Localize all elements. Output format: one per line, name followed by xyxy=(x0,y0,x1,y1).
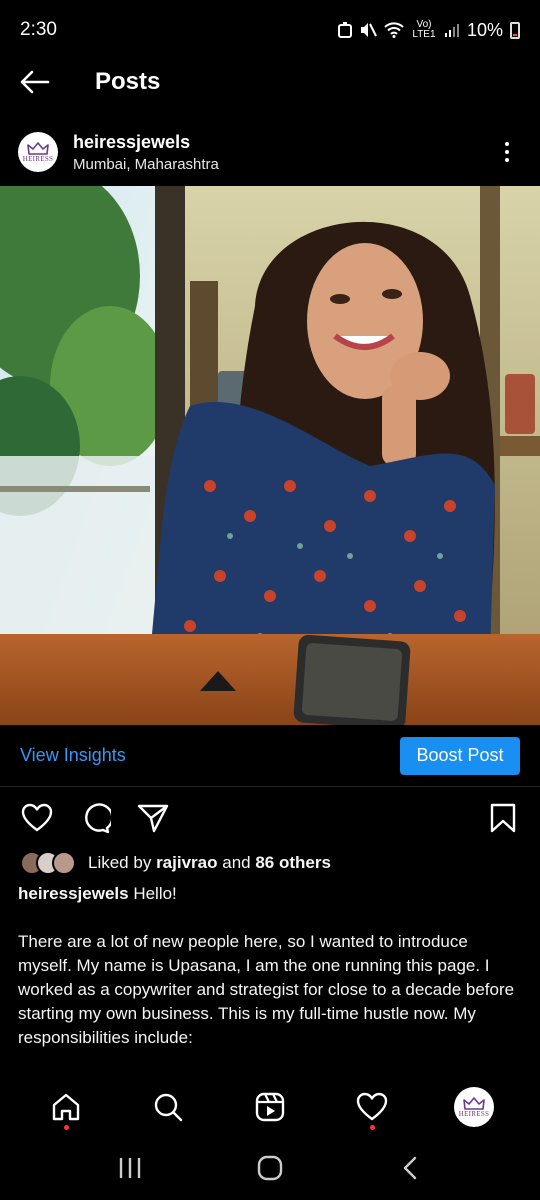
like-button[interactable] xyxy=(20,801,54,835)
nav-profile-avatar: HEIRESS xyxy=(454,1087,494,1127)
recents-icon xyxy=(119,1158,141,1178)
reels-icon xyxy=(255,1092,285,1122)
likes-text: Liked by rajivrao and 86 others xyxy=(88,853,331,873)
crown-icon xyxy=(27,141,49,155)
activity-icon xyxy=(356,1092,388,1121)
likes-user[interactable]: rajivrao xyxy=(156,853,217,872)
heart-icon xyxy=(21,803,53,832)
boost-post-button[interactable]: Boost Post xyxy=(400,736,520,775)
caption-username[interactable]: heiressjewels xyxy=(18,884,129,903)
share-icon xyxy=(137,804,169,833)
system-back-button[interactable] xyxy=(380,1143,440,1193)
home-circle-icon xyxy=(257,1155,283,1181)
system-nav-bar xyxy=(0,1136,540,1200)
share-button[interactable] xyxy=(136,801,170,835)
search-icon xyxy=(154,1093,183,1122)
page-title: Posts xyxy=(95,68,161,95)
activity-notification-dot xyxy=(369,1125,375,1130)
home-notification-dot xyxy=(63,1125,69,1130)
nav-home[interactable] xyxy=(36,1080,96,1134)
status-bar: 2:30 Vo) LTE1 10% xyxy=(0,0,540,60)
network-label: Vo) LTE1 xyxy=(412,19,436,40)
battery-percent: 10% xyxy=(466,19,503,40)
view-insights-link[interactable]: View Insights xyxy=(20,745,126,766)
more-options-icon xyxy=(505,142,509,146)
back-chevron-icon xyxy=(403,1156,417,1180)
top-bar: Posts xyxy=(0,60,540,104)
comment-icon xyxy=(85,803,111,834)
back-button[interactable] xyxy=(0,60,70,104)
status-icons: Vo) LTE1 10% xyxy=(337,19,520,41)
liker-avatars xyxy=(20,851,76,875)
nav-avatar-brand-text: HEIRESS xyxy=(458,1109,490,1118)
post-caption: heiressjewels Hello! There are a lot of … xyxy=(18,882,522,1074)
post-header-text: heiressjewels Mumbai, Maharashtra xyxy=(73,132,219,173)
likes-others[interactable]: 86 others xyxy=(255,853,331,872)
insights-row: View Insights Boost Post xyxy=(0,725,540,787)
battery-icon xyxy=(510,21,520,39)
recents-button[interactable] xyxy=(100,1143,160,1193)
more-options-button[interactable] xyxy=(492,132,522,172)
nav-reels[interactable] xyxy=(240,1080,300,1134)
home-icon xyxy=(52,1093,80,1121)
caption-body: There are a lot of new people here, so I… xyxy=(18,932,515,1047)
likes-prefix: Liked by xyxy=(88,853,152,872)
likes-connector: and xyxy=(222,853,251,872)
post-photo[interactable] xyxy=(0,186,540,725)
post-location[interactable]: Mumbai, Maharashtra xyxy=(73,156,219,173)
nav-search[interactable] xyxy=(138,1080,198,1134)
avatar-brand-text: HEIRESS xyxy=(22,154,54,163)
caption-greeting: Hello! xyxy=(133,884,177,903)
back-arrow-icon xyxy=(20,70,50,94)
nav-profile[interactable]: HEIRESS xyxy=(444,1080,504,1134)
post-header: HEIRESS heiressjewels Mumbai, Maharashtr… xyxy=(0,124,540,180)
wifi-icon xyxy=(384,22,404,38)
crown-icon xyxy=(463,1096,485,1110)
post-action-row xyxy=(0,796,540,840)
post-username[interactable]: heiressjewels xyxy=(73,132,219,153)
save-button[interactable] xyxy=(486,801,520,835)
nav-activity[interactable] xyxy=(342,1080,402,1134)
caption-first-line: heiressjewels Hello! xyxy=(18,882,522,906)
comment-button[interactable] xyxy=(78,801,112,835)
likes-row[interactable]: Liked by rajivrao and 86 others xyxy=(0,848,540,878)
alarm-icon xyxy=(337,22,352,38)
post-photo-graphic xyxy=(0,186,540,725)
profile-avatar[interactable]: HEIRESS xyxy=(18,132,58,172)
status-time: 2:30 xyxy=(20,19,57,40)
bookmark-icon xyxy=(490,803,516,833)
mute-icon xyxy=(360,23,377,37)
bottom-nav: HEIRESS xyxy=(0,1078,540,1136)
liker-avatar xyxy=(52,851,76,875)
system-home-button[interactable] xyxy=(240,1143,300,1193)
signal-icon xyxy=(444,24,459,37)
